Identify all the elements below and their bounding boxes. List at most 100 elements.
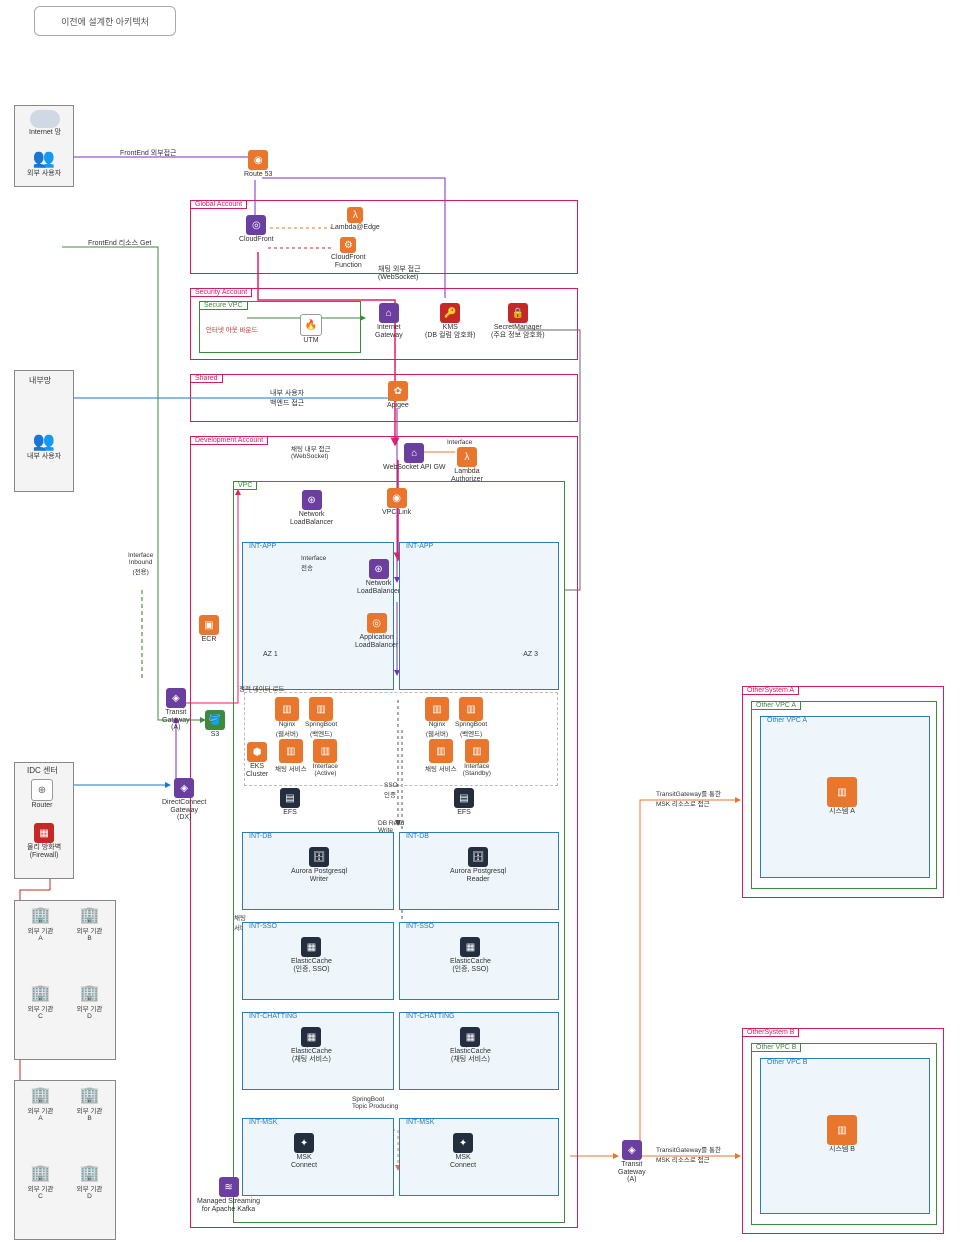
nlb-icon: ⊛ xyxy=(369,559,389,579)
internal-net-box: 내부망 👥내부 사용자 xyxy=(14,370,74,492)
sm-icon: 🔒 xyxy=(508,303,528,323)
msk1-label: MSK Connect xyxy=(291,1154,317,1169)
ecr-icon: ▣ xyxy=(199,615,219,635)
db-icon: 🗄 xyxy=(468,847,488,867)
othersystem-b: OtherSystem B Other VPC B Other VPC B ▥시… xyxy=(742,1028,944,1234)
utm: 🔥UTM xyxy=(300,314,322,345)
tgw-a2: ◈Transit Gateway (A) xyxy=(618,1140,646,1184)
ovpcA-inner-tag: Other VPC A xyxy=(763,717,811,724)
wsapi-label: WebSocket API GW xyxy=(383,464,446,472)
ec2-icon: ▥ xyxy=(275,697,299,721)
building-icon: 🏢 xyxy=(31,1163,51,1183)
development-account: Development Account 채팅 내부 접근 (WebSocket)… xyxy=(190,436,578,1228)
external-users: 👥외부 사용자 xyxy=(27,148,61,178)
org-a: 🏢외부 기관 A xyxy=(19,905,62,977)
sso-auth-label: SSO 인증 xyxy=(384,782,398,799)
ovpcA-tag: Other VPC A xyxy=(751,701,801,710)
msk-icon: ✦ xyxy=(294,1133,314,1153)
efs1-label: EFS xyxy=(283,809,297,817)
cache-icon: ▦ xyxy=(301,937,321,957)
intchat2-tag: INT-CHATTING xyxy=(402,1013,458,1020)
internet-label: Internet 망 xyxy=(29,129,61,137)
intsso1-tag: INT-SSO xyxy=(245,923,281,930)
int-sso-1: INT-SSO ▦ElasticCache (인증, SSO) xyxy=(242,922,394,1000)
apigee-label: Apigee xyxy=(387,402,409,410)
ec2-icon: ▥ xyxy=(309,697,333,721)
org-c: 🏢외부 기관 C xyxy=(19,983,62,1055)
ws-api-gw: ⌂WebSocket API GW xyxy=(383,443,446,472)
intsso2-tag: INT-SSO xyxy=(402,923,438,930)
lambda-authorizer: λLambda Authorizer xyxy=(451,447,483,483)
secure-vpc-tag: Secure VPC xyxy=(199,301,248,310)
vpc-tag: VPC xyxy=(233,481,257,490)
nlb2-label: Network LoadBalancer xyxy=(357,580,400,595)
iface-inbound-label: Interface Inbound (전용) xyxy=(128,552,153,576)
internal-users: 👥내부 사용자 xyxy=(27,431,61,461)
org-d: 🏢외부 기관 D xyxy=(68,983,111,1055)
utm-label: UTM xyxy=(303,337,318,345)
ovpc-b-outer: Other VPC B Other VPC B ▥시스템 B xyxy=(751,1043,937,1225)
tgw-icon: ◈ xyxy=(622,1140,642,1160)
osa-tag: OtherSystem A xyxy=(742,686,799,695)
server-icon: ▥ xyxy=(827,777,857,807)
lambda-icon: λ xyxy=(457,447,477,467)
fe-get-label: FrontEnd 리소스 Get xyxy=(88,238,151,248)
router: ⊕Router xyxy=(31,779,53,810)
alb-label: Application LoadBalancer xyxy=(355,634,398,649)
othersystem-a: OtherSystem A Other VPC A Other VPC A ▥시… xyxy=(742,686,944,898)
msk-svc-icon: ≋ xyxy=(219,1177,239,1197)
apigw-icon: ⌂ xyxy=(404,443,424,463)
firewall: ▦물리 방화벽 (Firewall) xyxy=(27,823,61,859)
cloudfront: ◎CloudFront xyxy=(239,215,274,244)
global-tag: Global Account xyxy=(190,200,247,209)
ec2-icon: ▥ xyxy=(429,739,453,763)
igw-icon: ⌂ xyxy=(379,303,399,323)
aurora-w-label: Aurora Postgresql Writer xyxy=(291,868,347,883)
org-c2: 🏢외부 기관 C xyxy=(19,1163,62,1235)
eks-label: EKS Cluster xyxy=(246,763,268,778)
alb-icon: ◎ xyxy=(367,613,387,633)
security-tag: Security Account xyxy=(190,288,252,297)
static-load-label: 정적 데이터 로드 xyxy=(239,683,284,693)
aurora-writer: 🗄Aurora Postgresql Writer xyxy=(291,847,347,883)
lambda-edge-label: Lambda@Edge xyxy=(331,224,380,232)
sm-label: SecretManager (주요 정보 암호화) xyxy=(491,324,545,339)
firewall-icon: ▦ xyxy=(34,823,54,843)
efs-icon: ▤ xyxy=(454,788,474,808)
title-text: 이전에 설계한 아키텍처 xyxy=(61,15,149,28)
alb: ◎Application LoadBalancer xyxy=(355,613,398,649)
tgwA2-label: Transit Gateway (A) xyxy=(618,1161,646,1184)
ec2-icon: ▥ xyxy=(459,697,483,721)
idc-box: IDC 센터 ⊕Router ▦물리 방화벽 (Firewall) xyxy=(14,762,74,879)
int-sso-2: INT-SSO ▦ElasticCache (인증, SSO) xyxy=(399,922,559,1000)
ecchat2-label: ElasticCache (채팅 서비스) xyxy=(450,1048,491,1063)
msk2-label: MSK Connect xyxy=(450,1154,476,1169)
cffunc-label: CloudFront Function xyxy=(331,254,366,269)
system-b: ▥시스템 B xyxy=(827,1115,857,1154)
nlb1-label: Network LoadBalancer xyxy=(290,511,333,526)
fe-ext-label: FrontEnd 외부접근 xyxy=(120,148,177,158)
ext-users-label: 외부 사용자 xyxy=(27,170,61,178)
dev-tag: Development Account xyxy=(190,436,268,445)
msk-connect-1: ✦MSK Connect xyxy=(291,1133,317,1169)
nginx-az3: ▥Nginx (웹서버) xyxy=(425,697,449,738)
intdb1-tag: INT-DB xyxy=(245,833,276,840)
vpc-link: ◉VPC Link xyxy=(382,488,411,517)
tgw-icon: ◈ xyxy=(166,688,186,708)
ecr-label: ECR xyxy=(202,636,217,644)
aurora-r-label: Aurora Postgresql Reader xyxy=(450,868,506,883)
intapp1-tag: INT-APP xyxy=(245,543,280,550)
router-icon: ⊕ xyxy=(31,779,53,801)
int-db-1: INT-DB 🗄Aurora Postgresql Writer xyxy=(242,832,394,910)
tgwmsk-label-b: TransitGateway를 통한 MSK 리소스로 접근 xyxy=(656,1144,721,1164)
chatsvc-az3: ▥채팅 서비스 xyxy=(425,739,457,777)
building-icon: 🏢 xyxy=(31,905,51,925)
iface-standby: ▥Interface (Standby) xyxy=(463,739,491,777)
ecsso1-label: ElasticCache (인증, SSO) xyxy=(291,958,332,973)
ecsso2-label: ElasticCache (인증, SSO) xyxy=(450,958,491,973)
ovpc-a-inner: Other VPC A ▥시스템 A xyxy=(760,716,930,878)
int-chat-2: INT-CHATTING ▦ElasticCache (채팅 서비스) xyxy=(399,1012,559,1090)
users-icon: 👥 xyxy=(33,148,55,169)
ec2-icon: ▥ xyxy=(425,697,449,721)
springboot-az1: ▥SpringBoot (백엔드) xyxy=(305,697,337,738)
